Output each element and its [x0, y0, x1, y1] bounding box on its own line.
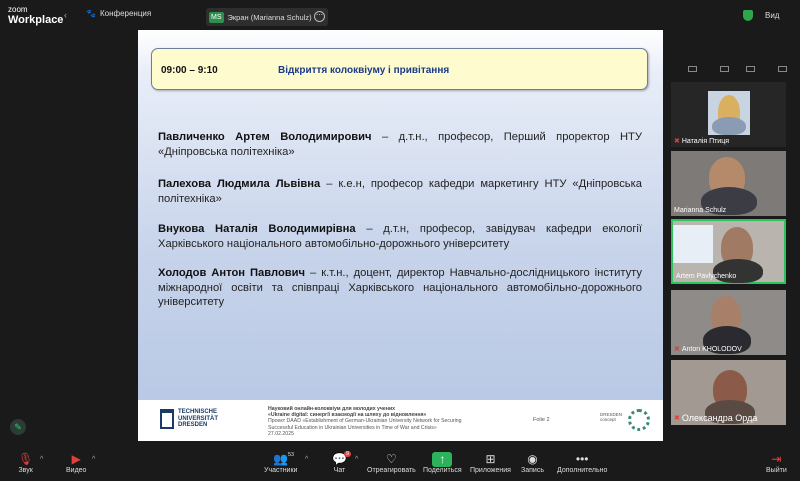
footer-text: Науковий онлайн-колоквіум для молодих уч…	[268, 406, 508, 437]
video-label: Видео	[66, 467, 87, 474]
slide-footer: TECHNISCHE UNIVERSITÄT DRESDEN Науковий …	[138, 400, 663, 441]
gallery-controls	[686, 66, 796, 76]
more-dots-icon: •••	[575, 452, 589, 466]
participants-icon: 👥	[273, 452, 289, 466]
page-number: Folie 2	[533, 417, 550, 423]
dresden-ring-icon	[628, 409, 650, 431]
shared-slide: 09:00 – 9:10 Відкриття колоквіуму і прив…	[138, 30, 663, 441]
speaker-name: Палехова Людмила Львівна	[158, 178, 321, 190]
participant-photo	[708, 91, 750, 135]
participant-tile[interactable]: ✖ Anton KHOLODOV	[671, 290, 786, 355]
tud-emblem-icon	[160, 409, 174, 429]
speaker-name: Холодов Антон Павлович	[158, 267, 306, 279]
video-options-chevron-icon[interactable]: ^	[92, 456, 95, 463]
meeting-info-button[interactable]: 🐾 Конференция	[86, 9, 151, 18]
participant-tile[interactable]: Marianna Schulz	[671, 151, 786, 216]
react-button[interactable]: ♡ Отреагировать	[367, 452, 416, 474]
speaker-name: Павличенко Артем Володимирович	[158, 131, 372, 143]
record-label: Запись	[521, 467, 544, 474]
speaker-name: Внукова Наталія Володимирівна	[158, 223, 356, 235]
muted-mic-icon: ✖	[674, 138, 680, 145]
participants-button[interactable]: 👥 53 Участники	[264, 452, 297, 474]
annotate-pencil-icon[interactable]: ✎	[10, 419, 26, 435]
paw-icon: 🐾	[86, 9, 96, 18]
tud-line3: DRESDEN	[178, 422, 208, 429]
audio-label: Звук	[18, 467, 33, 474]
speaker-entry: Холодов Антон Павлович – к.т.н., доцент,…	[158, 266, 642, 310]
layout-icon[interactable]	[688, 66, 697, 72]
meeting-label: Конференция	[99, 9, 152, 18]
record-button[interactable]: ◉ Запись	[521, 452, 544, 474]
tu-dresden-logo: TECHNISCHE UNIVERSITÄT DRESDEN	[160, 409, 218, 429]
apps-label: Приложения	[470, 467, 511, 474]
chat-label: Чат	[333, 467, 346, 474]
participants-label: Участники	[264, 467, 298, 474]
react-label: Отреагировать	[367, 467, 416, 474]
share-button[interactable]: ↑ Поделиться	[423, 452, 462, 474]
more-label: Дополнительно	[557, 467, 608, 474]
layout-icon[interactable]	[720, 66, 729, 72]
muted-mic-icon: ✖	[674, 346, 680, 353]
chat-button[interactable]: 💬 9 Чат	[332, 451, 352, 474]
apps-button[interactable]: ⊞ Приложения	[470, 452, 511, 474]
sharer-avatar: MS	[209, 11, 224, 23]
leave-label: Выйти	[766, 467, 787, 474]
leave-door-icon: ⇥	[771, 452, 782, 466]
record-icon: ◉	[527, 452, 538, 466]
logo-bottom: Workplace	[8, 14, 64, 26]
view-button[interactable]: Вид	[765, 11, 779, 20]
audio-options-chevron-icon[interactable]: ^	[40, 456, 43, 463]
concept-text: concept	[600, 417, 616, 422]
session-title: Відкриття колоквіуму і привітання	[278, 65, 450, 76]
more-button[interactable]: ••• Дополнительно	[557, 452, 607, 474]
screen-share-label: Экран (Marianna Schulz)	[227, 12, 312, 22]
participant-tile[interactable]: ✖ Олександра Орда	[671, 360, 786, 425]
muted-mic-icon: 🎙	[18, 452, 34, 466]
speaker-entry: Палехова Людмила Львівна – к.е.н, профес…	[158, 177, 642, 206]
session-banner: 09:00 – 9:10 Відкриття колоквіуму і прив…	[151, 48, 648, 90]
video-button[interactable]: ▶ Видео	[66, 452, 86, 474]
participant-name: Artem Pavlychenko	[676, 273, 737, 280]
participant-tile-active-speaker[interactable]: Artem Pavlychenko	[671, 219, 786, 284]
logo-top: zoom	[8, 5, 28, 14]
layout-icon[interactable]	[746, 66, 755, 72]
video-off-icon: ▶	[71, 452, 81, 466]
participant-name: Олександра Орда	[681, 413, 758, 423]
participant-name: Marianna Schulz	[674, 207, 727, 214]
tud-line1: TECHNISCHE	[178, 409, 218, 416]
top-bar: zoom Workplace ‹ 🐾 Конференция MS Экран …	[0, 0, 800, 30]
chat-options-chevron-icon[interactable]: ^	[355, 456, 358, 463]
session-time: 09:00 – 9:10	[161, 65, 218, 76]
chat-badge: 9	[344, 451, 352, 457]
more-options-icon[interactable]: ⋯	[314, 11, 325, 22]
apps-icon: ⊞	[485, 452, 496, 466]
participant-tile[interactable]: ✖ Наталія Птиця	[671, 82, 786, 147]
dresden-concept-logo: DRESDEN concept	[600, 412, 622, 422]
share-label: Поделиться	[423, 467, 462, 474]
muted-mic-icon: ✖	[674, 415, 680, 422]
speaker-entry: Внукова Наталія Володимирівна – д.т.н, п…	[158, 222, 642, 251]
heart-icon: ♡	[386, 452, 397, 466]
meeting-toolbar: 🎙 Звук ^ ▶ Видео ^ 👥 53 Участники ^ 💬 9 …	[0, 448, 800, 481]
participant-name: Наталія Птиця	[681, 137, 730, 145]
audio-button[interactable]: 🎙 Звук	[18, 452, 33, 474]
screen-share-indicator[interactable]: MS Экран (Marianna Schulz) ⋯	[206, 8, 328, 26]
speaker-entry: Павличенко Артем Володимирович – д.т.н.,…	[158, 130, 642, 159]
participants-count: 53	[288, 452, 295, 458]
share-arrow-icon: ↑	[432, 452, 453, 467]
background-logo	[673, 225, 713, 263]
layout-icon[interactable]	[778, 66, 787, 72]
zoom-logo: zoom Workplace	[8, 5, 64, 26]
shield-icon[interactable]	[743, 10, 753, 21]
leave-button[interactable]: ⇥ Выйти	[766, 452, 787, 474]
participants-options-chevron-icon[interactable]: ^	[305, 456, 308, 463]
participant-name: Anton KHOLODOV	[681, 345, 742, 353]
footer-line: 27.02.2025	[268, 430, 294, 437]
collapse-chevron-icon[interactable]: ‹	[64, 10, 67, 20]
